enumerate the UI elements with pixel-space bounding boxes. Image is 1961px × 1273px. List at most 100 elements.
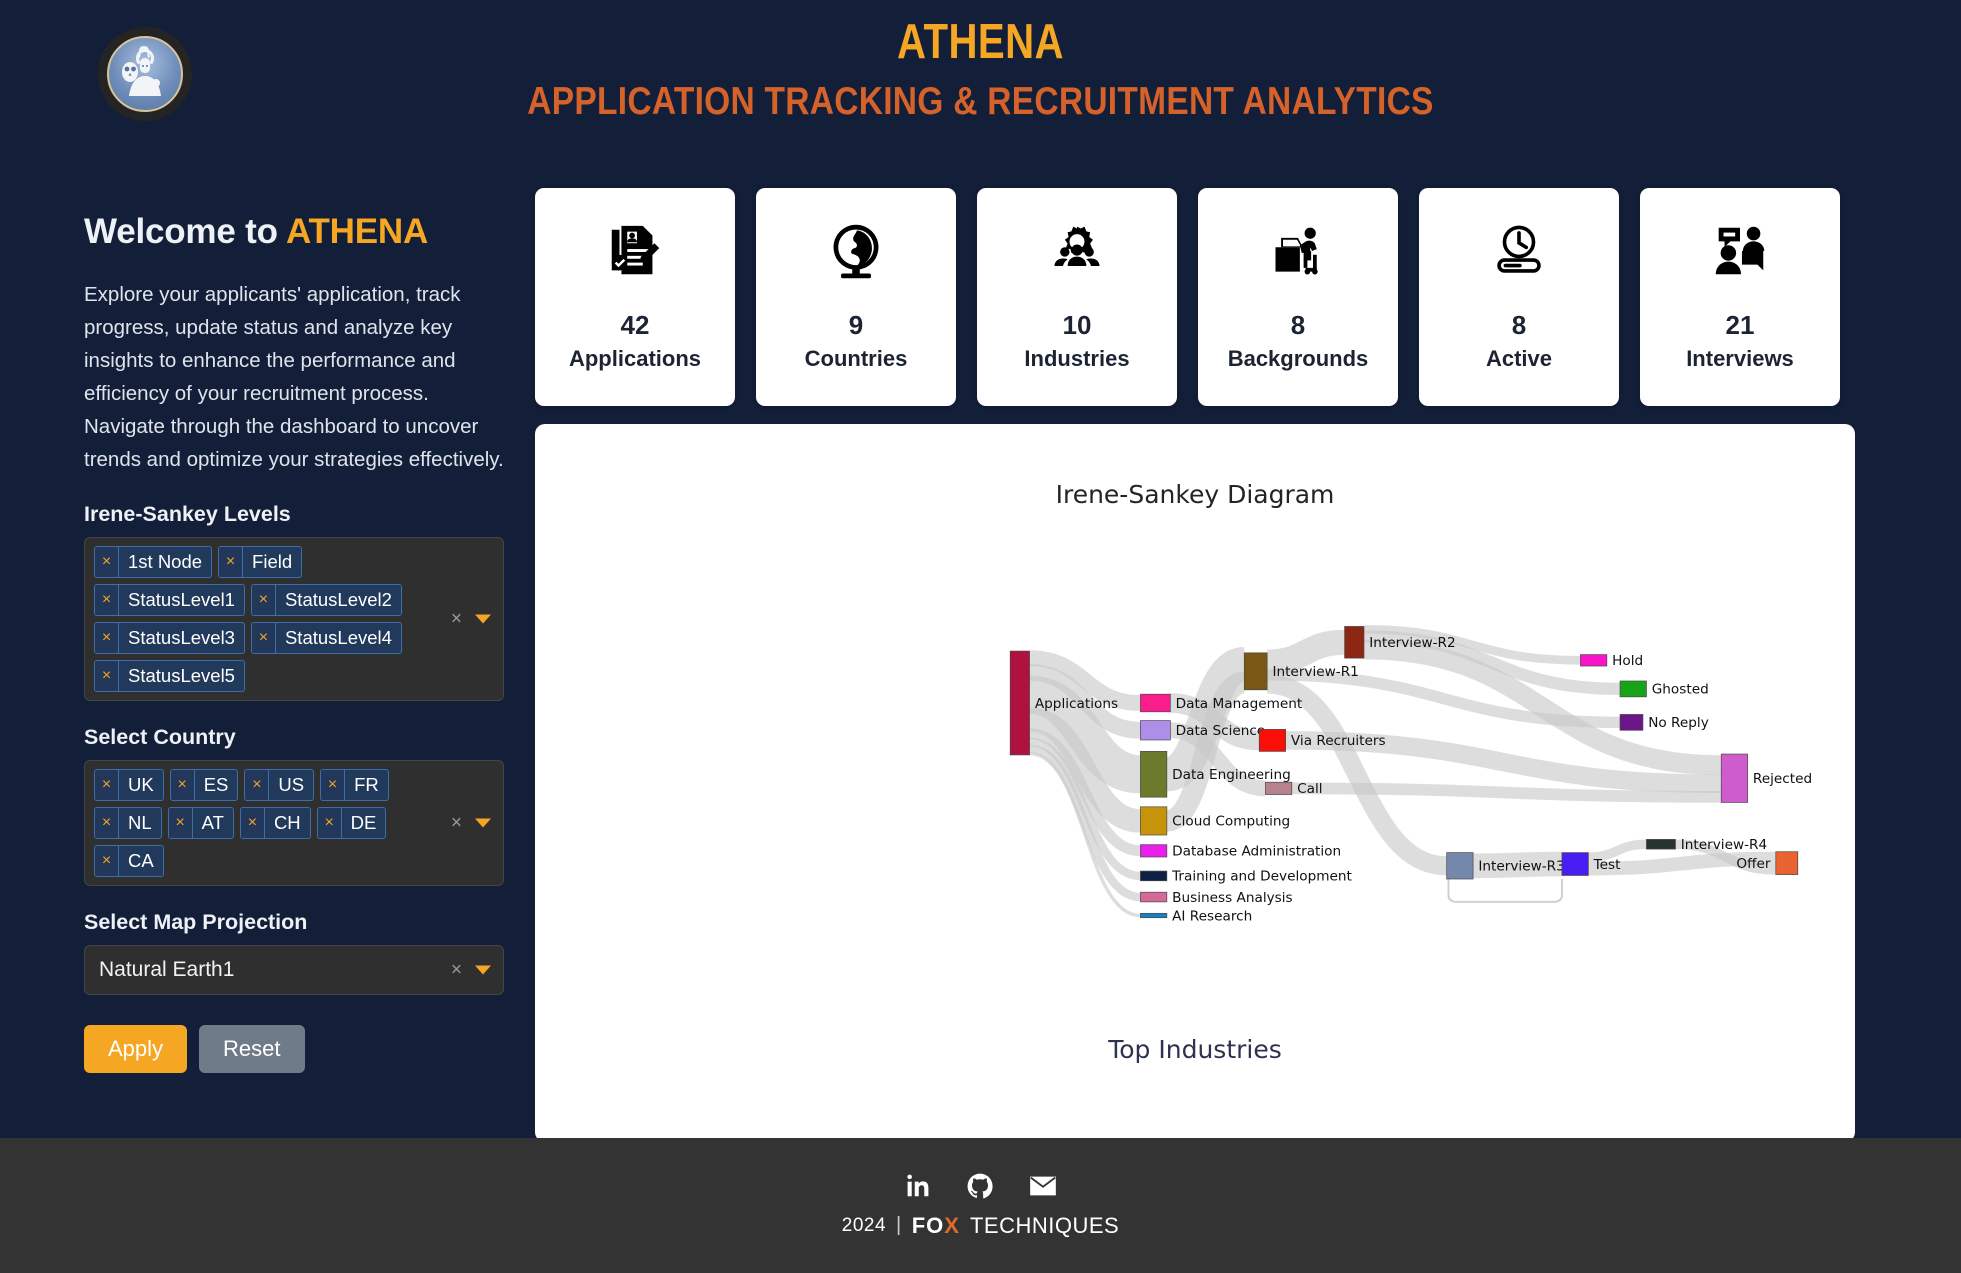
sankey-node-training_dev[interactable]: Training and Development [1140,869,1353,885]
levels-chevron-down-icon[interactable] [475,614,491,624]
country-tag-list: × UK × ES × US × FR × NL × AT × CH × DE × CA [94,769,494,877]
sankey-node-data_management[interactable]: Data Management [1140,693,1303,713]
sankey-node-rect[interactable] [1140,891,1168,903]
country-tag-remove-icon[interactable]: × [245,770,270,800]
sankey-node-ghosted[interactable]: Ghosted [1619,680,1709,698]
projection-actions: × [451,961,491,980]
sankey-node-rect[interactable] [1140,751,1168,798]
sankey-node-rect[interactable] [1446,852,1474,880]
sankey-node-rejected[interactable]: Rejected [1720,753,1812,803]
kpi-card-interviews[interactable]: 21 Interviews [1640,188,1840,406]
levels-clear-icon[interactable]: × [451,610,462,629]
level-tag-remove-icon[interactable]: × [219,547,244,577]
level-tag-remove-icon[interactable]: × [95,623,119,653]
country-tag-remove-icon[interactable]: × [95,808,119,838]
country-tag-remove-icon[interactable]: × [240,808,265,838]
country-tag-remove-icon[interactable]: × [321,770,346,800]
sankey-node-rect[interactable] [1580,654,1608,667]
intro-paragraph: Explore your applicants' application, tr… [84,283,504,471]
level-tag[interactable]: × 1st Node [94,546,213,578]
kpi-value: 42 [620,310,650,340]
sankey-node-ai_research[interactable]: AI Research [1140,908,1252,924]
level-tag-remove-icon[interactable]: × [95,547,119,577]
sankey-node-rect[interactable] [1140,844,1168,858]
sankey-node-no_reply[interactable]: No Reply [1619,714,1709,731]
level-tag-remove-icon[interactable]: × [95,661,119,691]
sankey-node-rect[interactable] [1646,839,1676,850]
level-tag[interactable]: × Field [218,546,303,578]
country-multiselect[interactable]: × UK × ES × US × FR × NL × AT × CH × DE × CA × [84,760,504,886]
kpi-card-row: 42 Applications 9 Countries 10 Industries 8 Bac… [535,188,1840,406]
country-tag-remove-icon[interactable]: × [317,808,342,838]
sankey-node-via_recruiters[interactable]: Via Recruiters [1258,729,1386,752]
country-tag[interactable]: × UK [94,769,164,801]
sankey-node-rect[interactable] [1140,720,1171,741]
country-tag-remove-icon[interactable]: × [168,808,193,838]
kpi-card-applications[interactable]: 42 Applications [535,188,735,406]
kpi-card-industries[interactable]: 10 Industries [977,188,1177,406]
level-tag[interactable]: × StatusLevel4 [250,622,402,654]
sankey-node-label: Applications [1035,696,1118,712]
sankey-node-hold[interactable]: Hold [1580,653,1643,669]
sankey-loop-link[interactable] [1447,879,1563,903]
sankey-node-rect[interactable] [1265,781,1293,795]
sankey-link[interactable] [1266,629,1346,675]
filter-buttons: Apply Reset [84,1025,514,1073]
sankey-node-rect[interactable] [1140,870,1168,882]
sankey-node-rect[interactable] [1561,852,1589,876]
projection-clear-icon[interactable]: × [451,961,462,980]
level-tag-remove-icon[interactable]: × [251,623,276,653]
country-tag[interactable]: × FR [320,769,389,801]
level-tag[interactable]: × StatusLevel3 [94,622,245,654]
kpi-card-backgrounds[interactable]: 8 Backgrounds [1198,188,1398,406]
country-tag[interactable]: × AT [167,807,234,839]
sankey-node-database_admin[interactable]: Database Administration [1140,844,1341,860]
map-projection-select[interactable]: Natural Earth1 × [84,945,504,995]
country-clear-icon[interactable]: × [451,814,462,833]
sankey-node-cloud_computing[interactable]: Cloud Computing [1140,806,1290,836]
apply-button[interactable]: Apply [84,1025,188,1073]
reset-button[interactable]: Reset [199,1025,305,1073]
country-tag[interactable]: × DE [316,807,387,839]
sankey-node-interview_r4[interactable]: Interview-R4 [1646,837,1767,853]
sankey-node-business_analysis[interactable]: Business Analysis [1140,890,1293,906]
country-tag[interactable]: × CH [239,807,311,839]
sankey-node-offer[interactable]: Offer [1736,851,1799,875]
country-tag-label: FR [354,774,379,795]
kpi-card-countries[interactable]: 9 Countries [756,188,956,406]
level-tag[interactable]: × StatusLevel2 [250,584,402,616]
sankey-node-rect[interactable] [1775,851,1799,875]
sankey-link[interactable] [1588,839,1647,862]
email-icon[interactable] [1029,1173,1057,1199]
welcome-prefix: Welcome to [84,212,287,251]
linkedin-icon[interactable] [905,1173,931,1199]
level-tag-remove-icon[interactable]: × [95,585,119,615]
sankey-node-rect[interactable] [1140,806,1168,836]
country-tag[interactable]: × NL [94,807,162,839]
country-tag-remove-icon[interactable]: × [95,846,119,876]
sankey-node-rect[interactable] [1344,626,1365,659]
projection-chevron-down-icon[interactable] [475,965,491,975]
kpi-card-active[interactable]: 8 Active [1419,188,1619,406]
sankey-node-rect[interactable] [1140,912,1168,919]
sankey-node-rect[interactable] [1009,650,1030,756]
sankey-node-rect[interactable] [1720,753,1748,803]
level-tag[interactable]: × StatusLevel5 [94,660,245,692]
country-tag-remove-icon[interactable]: × [170,770,195,800]
github-icon[interactable] [967,1173,993,1199]
country-tag-remove-icon[interactable]: × [95,770,119,800]
country-chevron-down-icon[interactable] [475,818,491,828]
sankey-node-rect[interactable] [1619,680,1647,698]
level-tag[interactable]: × StatusLevel1 [94,584,245,616]
country-tag[interactable]: × ES [169,769,239,801]
level-tag-remove-icon[interactable]: × [251,585,276,615]
sankey-node-rect[interactable] [1619,714,1644,731]
sankey-node-rect[interactable] [1140,693,1171,713]
sankey-node-data_science[interactable]: Data Science [1140,720,1265,741]
sankey-diagram[interactable]: Applications Data Management Data Science D… [535,509,1855,1029]
sankey-levels-multiselect[interactable]: × 1st Node × Field × StatusLevel1 × StatusLevel… [84,537,504,701]
sankey-node-rect[interactable] [1258,729,1286,752]
sankey-node-rect[interactable] [1243,652,1268,691]
country-tag[interactable]: × CA [94,845,164,877]
country-tag[interactable]: × US [244,769,315,801]
